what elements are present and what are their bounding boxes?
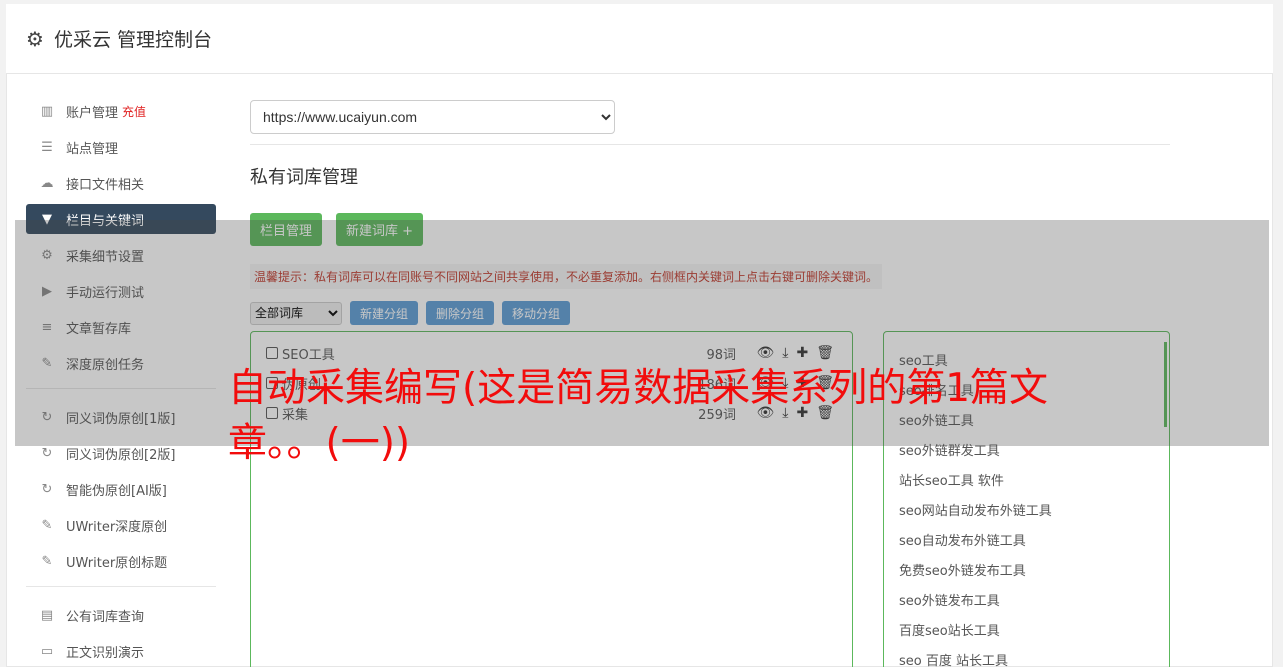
sidebar-item-label: 接口文件相关	[66, 177, 145, 193]
site-select[interactable]: https://www.ucaiyun.com	[250, 100, 615, 134]
app-header: ⚙ 优采云 管理控制台	[6, 4, 1273, 74]
edit-icon: ✎	[41, 517, 53, 533]
sidebar-item-text-recognition[interactable]: ▭ 正文识别演示	[26, 636, 216, 666]
sidebar-divider	[26, 586, 216, 587]
refresh-icon: ↻	[41, 481, 53, 497]
sidebar-item-label: 账户管理	[66, 105, 119, 121]
recharge-link[interactable]: 充值	[122, 103, 146, 120]
keyword-item[interactable]: seo 百度 站长工具	[884, 644, 1169, 667]
sidebar-item-label: UWriter原创标题	[66, 555, 168, 571]
monitor-icon: ▭	[40, 643, 54, 659]
sidebar-item-label: 正文识别演示	[66, 645, 145, 661]
keyword-item[interactable]: seo外链发布工具	[884, 584, 1169, 614]
cloud-upload-icon: ☁	[40, 175, 54, 191]
sidebar-item-label: UWriter深度原创	[66, 519, 168, 535]
sidebar-item-label: 公有词库查询	[66, 609, 145, 625]
title-divider	[250, 144, 1170, 145]
sidebar-item-interface-files[interactable]: ☁ 接口文件相关	[26, 168, 216, 198]
refresh-icon: ↻	[41, 445, 53, 461]
book-icon: ▤	[40, 607, 54, 623]
server-icon: ☰	[41, 139, 53, 155]
page-title: 私有词库管理	[250, 167, 358, 188]
sidebar-item-label: 站点管理	[66, 141, 119, 157]
edit-icon: ✎	[41, 553, 53, 569]
bar-chart-icon: ▥	[40, 103, 54, 119]
keyword-item[interactable]: seo网站自动发布外链工具	[884, 494, 1169, 524]
sidebar-item-label: 同义词伪原创[2版]	[66, 447, 176, 463]
sidebar-item-uwriter-title[interactable]: ✎ UWriter原创标题	[26, 546, 216, 576]
overlay-headline: 自动采集编写(这是简易数据采集系列的第1篇文章。。(一))	[228, 366, 1049, 466]
sidebar-item-account[interactable]: ▥ 账户管理 充值	[26, 96, 216, 126]
gear-icon[interactable]: ⚙	[26, 27, 44, 51]
keyword-item[interactable]: seo自动发布外链工具	[884, 524, 1169, 554]
keyword-item[interactable]: 免费seo外链发布工具	[884, 554, 1169, 584]
keyword-item[interactable]: 百度seo站长工具	[884, 614, 1169, 644]
sidebar-item-sites[interactable]: ☰ 站点管理	[26, 132, 216, 162]
app-title: 优采云 管理控制台	[53, 29, 212, 51]
sidebar-item-public-lexicon[interactable]: ▤ 公有词库查询	[26, 600, 216, 630]
sidebar-item-label: 智能伪原创[AI版]	[66, 483, 167, 499]
sidebar-item-ai-rewrite[interactable]: ↻ 智能伪原创[AI版]	[26, 474, 216, 504]
sidebar-item-uwriter-deep[interactable]: ✎ UWriter深度原创	[26, 510, 216, 540]
